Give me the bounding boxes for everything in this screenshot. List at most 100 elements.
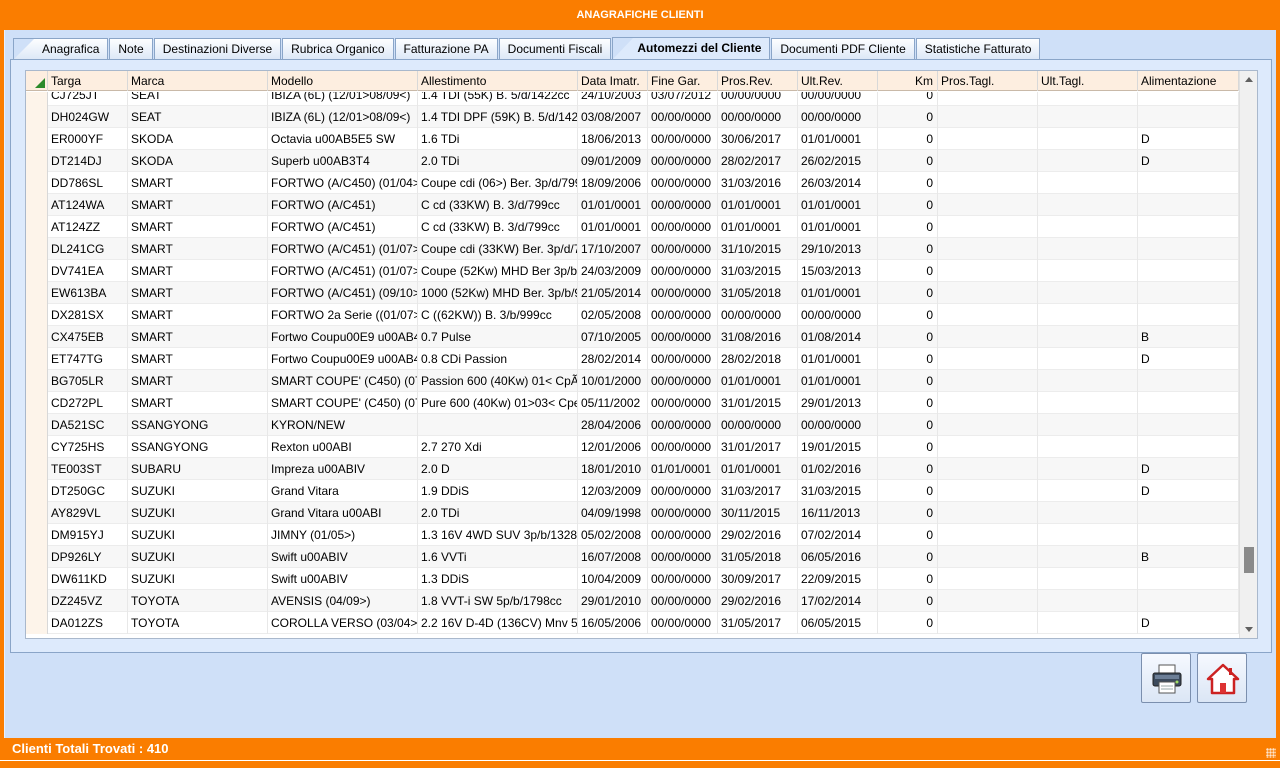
cell-pros-tagl[interactable] [938, 436, 1038, 458]
cell-targa[interactable]: CJ725JT [48, 92, 128, 106]
cell-targa[interactable]: BG705LR [48, 370, 128, 392]
cell-fine-gar[interactable]: 00/00/0000 [648, 304, 718, 326]
cell-fine-gar[interactable]: 00/00/0000 [648, 216, 718, 238]
column-header-pros-tagl[interactable]: Pros.Tagl. [938, 71, 1038, 91]
cell-modello[interactable]: FORTWO (A/C451) [268, 216, 418, 238]
cell-marca[interactable]: SUZUKI [128, 546, 268, 568]
cell-alimentazione[interactable] [1138, 436, 1239, 458]
cell-pros-tagl[interactable] [938, 546, 1038, 568]
cell-ult-tagl[interactable] [1038, 92, 1138, 106]
cell-pros-rev[interactable]: 30/11/2015 [718, 502, 798, 524]
cell-ult-tagl[interactable] [1038, 106, 1138, 128]
cell-alimentazione[interactable] [1138, 282, 1239, 304]
cell-data-imatr[interactable]: 24/10/2003 [578, 92, 648, 106]
cell-fine-gar[interactable]: 00/00/0000 [648, 282, 718, 304]
cell-km[interactable]: 0 [878, 458, 938, 480]
table-row[interactable]: DX281SX SMART FORTWO 2a Serie ((01/07>)) C … [26, 304, 1239, 326]
cell-ult-tagl[interactable] [1038, 172, 1138, 194]
cell-ult-rev[interactable]: 01/01/0001 [798, 216, 878, 238]
cell-ult-rev[interactable]: 31/03/2015 [798, 480, 878, 502]
cell-ult-rev[interactable]: 00/00/0000 [798, 92, 878, 106]
cell-data-imatr[interactable]: 28/04/2006 [578, 414, 648, 436]
cell-marca[interactable]: SMART [128, 392, 268, 414]
cell-fine-gar[interactable]: 00/00/0000 [648, 524, 718, 546]
cell-ult-rev[interactable]: 00/00/0000 [798, 106, 878, 128]
cell-data-imatr[interactable]: 10/04/2009 [578, 568, 648, 590]
cell-modello[interactable]: Octavia u00AB5E5 SW [268, 128, 418, 150]
cell-targa[interactable]: DA521SC [48, 414, 128, 436]
cell-data-imatr[interactable]: 05/02/2008 [578, 524, 648, 546]
cell-alimentazione[interactable] [1138, 92, 1239, 106]
cell-alimentazione[interactable] [1138, 238, 1239, 260]
row-selector[interactable] [26, 282, 48, 304]
cell-marca[interactable]: SEAT [128, 106, 268, 128]
cell-ult-rev[interactable]: 22/09/2015 [798, 568, 878, 590]
cell-data-imatr[interactable]: 10/01/2000 [578, 370, 648, 392]
cell-fine-gar[interactable]: 00/00/0000 [648, 546, 718, 568]
cell-pros-rev[interactable]: 31/01/2015 [718, 392, 798, 414]
cell-km[interactable]: 0 [878, 414, 938, 436]
cell-fine-gar[interactable]: 00/00/0000 [648, 480, 718, 502]
tab-documenti-pdf-cliente[interactable]: Documenti PDF Cliente [771, 38, 915, 59]
cell-pros-rev[interactable]: 31/03/2017 [718, 480, 798, 502]
cell-pros-rev[interactable]: 30/06/2017 [718, 128, 798, 150]
cell-pros-tagl[interactable] [938, 502, 1038, 524]
column-header-km[interactable]: Km [878, 71, 938, 91]
cell-marca[interactable]: SUZUKI [128, 524, 268, 546]
column-header-data-imatr[interactable]: Data Imatr. [578, 71, 648, 91]
cell-data-imatr[interactable]: 18/01/2010 [578, 458, 648, 480]
cell-pros-tagl[interactable] [938, 238, 1038, 260]
cell-allestimento[interactable]: 2.0 D [418, 458, 578, 480]
tab-destinazioni-diverse[interactable]: Destinazioni Diverse [153, 38, 282, 59]
cell-pros-rev[interactable]: 01/01/0001 [718, 194, 798, 216]
cell-marca[interactable]: SEAT [128, 92, 268, 106]
cell-fine-gar[interactable]: 00/00/0000 [648, 238, 718, 260]
cell-pros-tagl[interactable] [938, 304, 1038, 326]
cell-data-imatr[interactable]: 12/03/2009 [578, 480, 648, 502]
cell-ult-tagl[interactable] [1038, 370, 1138, 392]
cell-allestimento[interactable]: 1.6 TDi [418, 128, 578, 150]
cell-marca[interactable]: SMART [128, 326, 268, 348]
cell-modello[interactable]: JIMNY (01/05>) [268, 524, 418, 546]
cell-fine-gar[interactable]: 00/00/0000 [648, 436, 718, 458]
row-selector[interactable] [26, 260, 48, 282]
row-selector[interactable] [26, 172, 48, 194]
cell-data-imatr[interactable]: 03/08/2007 [578, 106, 648, 128]
cell-targa[interactable]: CD272PL [48, 392, 128, 414]
cell-marca[interactable]: SMART [128, 216, 268, 238]
cell-pros-tagl[interactable] [938, 260, 1038, 282]
cell-data-imatr[interactable]: 24/03/2009 [578, 260, 648, 282]
cell-pros-tagl[interactable] [938, 458, 1038, 480]
column-header-allestimento[interactable]: Allestimento [418, 71, 578, 91]
row-selector[interactable] [26, 326, 48, 348]
cell-allestimento[interactable]: 1.4 TDI DPF (59K) B. 5/d/1422cc [418, 106, 578, 128]
cell-km[interactable]: 0 [878, 216, 938, 238]
table-row[interactable]: ET747TG SMART Fortwo Coupu00E9 u00AB451 0.8… [26, 348, 1239, 370]
cell-alimentazione[interactable] [1138, 216, 1239, 238]
cell-km[interactable]: 0 [878, 128, 938, 150]
cell-modello[interactable]: FORTWO (A/C451) (01/07>... [268, 238, 418, 260]
cell-modello[interactable]: FORTWO (A/C450) (01/04>... [268, 172, 418, 194]
scroll-thumb[interactable] [1244, 547, 1254, 573]
cell-alimentazione[interactable]: D [1138, 480, 1239, 502]
cell-targa[interactable]: DH024GW [48, 106, 128, 128]
cell-ult-tagl[interactable] [1038, 612, 1138, 634]
cell-allestimento[interactable]: 2.7 270 Xdi [418, 436, 578, 458]
cell-data-imatr[interactable]: 21/05/2014 [578, 282, 648, 304]
cell-pros-rev[interactable]: 31/05/2018 [718, 282, 798, 304]
cell-ult-tagl[interactable] [1038, 480, 1138, 502]
cell-pros-tagl[interactable] [938, 150, 1038, 172]
cell-targa[interactable]: DP926LY [48, 546, 128, 568]
cell-allestimento[interactable]: 0.7 Pulse [418, 326, 578, 348]
cell-modello[interactable]: Grand Vitara u00ABI [268, 502, 418, 524]
row-selector[interactable] [26, 524, 48, 546]
table-row[interactable]: DZ245VZ TOYOTA AVENSIS (04/09>) 1.8 VVT-i S… [26, 590, 1239, 612]
cell-km[interactable]: 0 [878, 392, 938, 414]
cell-targa[interactable]: AT124ZZ [48, 216, 128, 238]
column-header-targa[interactable]: Targa [48, 71, 128, 91]
cell-alimentazione[interactable]: B [1138, 546, 1239, 568]
row-selector[interactable] [26, 436, 48, 458]
home-button[interactable] [1197, 653, 1247, 703]
cell-targa[interactable]: DV741EA [48, 260, 128, 282]
tab-fatturazione-pa[interactable]: Fatturazione PA [394, 38, 498, 59]
